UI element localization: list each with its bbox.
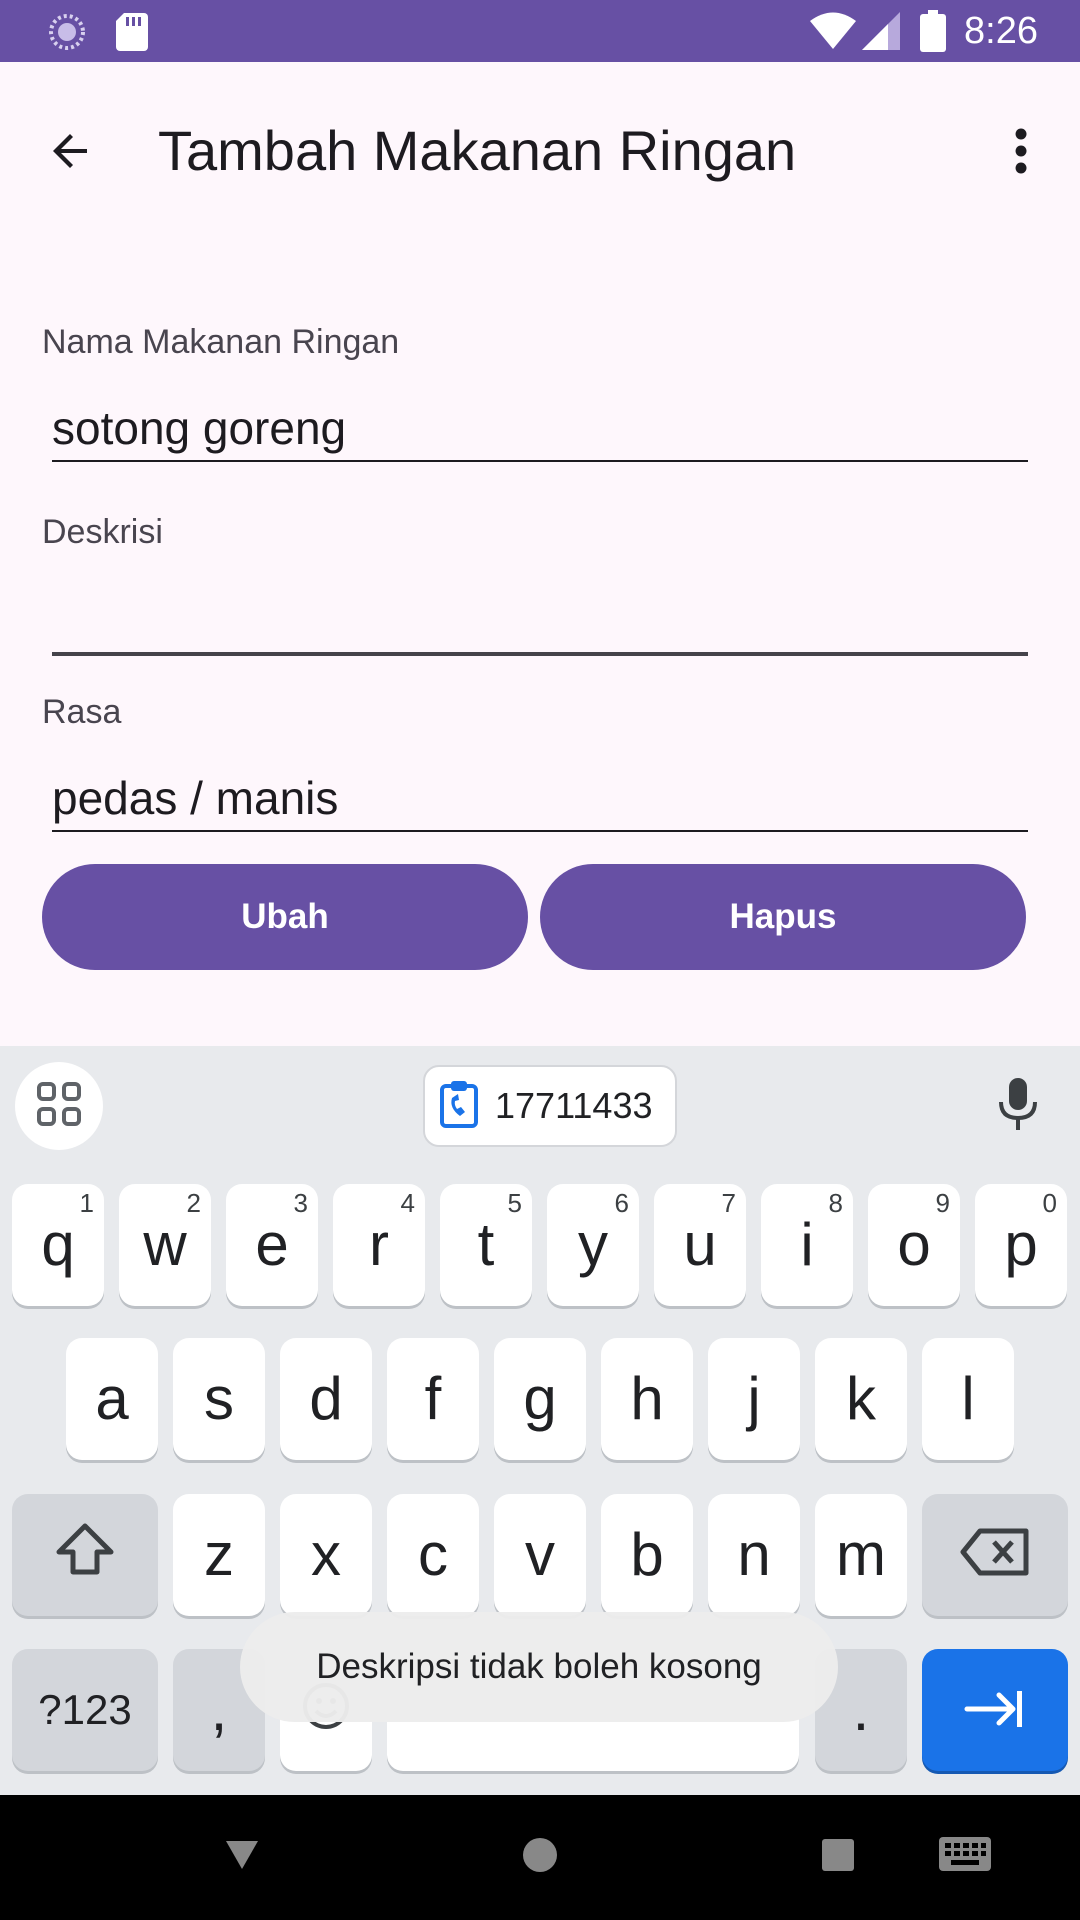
back-button[interactable]: [30, 112, 112, 194]
clipboard-text: 17711433: [495, 1085, 653, 1126]
name-field-label: Nama Makanan Ringan: [42, 323, 400, 361]
edit-button[interactable]: Ubah: [42, 864, 528, 970]
clipboard-phone-icon: [439, 1080, 479, 1133]
more-options-button[interactable]: [980, 112, 1062, 194]
key-s[interactable]: s: [173, 1338, 265, 1460]
backspace-icon: [960, 1521, 1030, 1590]
key-x[interactable]: x: [280, 1494, 372, 1616]
key-e[interactable]: e3: [226, 1184, 318, 1306]
key-a[interactable]: a: [66, 1338, 158, 1460]
grid-icon: [36, 1081, 82, 1132]
key-t[interactable]: t5: [440, 1184, 532, 1306]
more-vert-icon: [1014, 128, 1028, 179]
key-m[interactable]: m: [815, 1494, 907, 1616]
key-g[interactable]: g: [494, 1338, 586, 1460]
loading-icon: [48, 13, 86, 56]
keyboard-icon: [937, 1835, 993, 1880]
taste-input[interactable]: [52, 766, 1028, 832]
key-u[interactable]: u7: [654, 1184, 746, 1306]
nav-home-button[interactable]: [510, 1827, 570, 1887]
symbols-key[interactable]: ?123: [12, 1649, 158, 1771]
status-time: 8:26: [964, 10, 1038, 52]
key-y[interactable]: y6: [547, 1184, 639, 1306]
page-title: Tambah Makanan Ringan: [158, 119, 797, 182]
delete-button[interactable]: Hapus: [540, 864, 1026, 970]
circle-icon: [520, 1835, 560, 1880]
key-w[interactable]: w2: [119, 1184, 211, 1306]
microphone-icon: [997, 1076, 1039, 1137]
key-n[interactable]: n: [708, 1494, 800, 1616]
toast-message: Deskripsi tidak boleh kosong: [240, 1612, 838, 1722]
nav-recents-button[interactable]: [808, 1827, 868, 1887]
arrow-back-icon: [47, 127, 95, 180]
battery-icon: [920, 10, 946, 57]
voice-input-button[interactable]: [986, 1070, 1050, 1142]
name-input[interactable]: [52, 396, 1028, 462]
nav-keyboard-switch-button[interactable]: [930, 1827, 1000, 1887]
taste-field-label: Rasa: [42, 693, 122, 731]
signal-icon: [862, 12, 900, 55]
key-f[interactable]: f: [387, 1338, 479, 1460]
key-j[interactable]: j: [708, 1338, 800, 1460]
key-z[interactable]: z: [173, 1494, 265, 1616]
triangle-down-icon: [222, 1837, 262, 1878]
wifi-icon: [810, 12, 856, 55]
key-i[interactable]: i8: [761, 1184, 853, 1306]
description-input[interactable]: [52, 586, 1028, 656]
status-bar: 8:26: [0, 0, 1080, 62]
sd-card-icon: [116, 13, 148, 56]
description-field-label: Deskrisi: [42, 513, 163, 551]
key-p[interactable]: p0: [975, 1184, 1067, 1306]
shift-icon: [55, 1521, 115, 1590]
square-icon: [820, 1837, 856, 1878]
app-bar: Tambah Makanan Ringan: [0, 62, 1080, 232]
key-k[interactable]: k: [815, 1338, 907, 1460]
key-b[interactable]: b: [601, 1494, 693, 1616]
tab-next-icon: [963, 1676, 1027, 1745]
clipboard-suggestion-chip[interactable]: 17711433: [423, 1065, 677, 1147]
backspace-key[interactable]: [922, 1494, 1068, 1616]
key-q[interactable]: q1: [12, 1184, 104, 1306]
nav-back-button[interactable]: [212, 1827, 272, 1887]
key-c[interactable]: c: [387, 1494, 479, 1616]
navigation-bar: [0, 1795, 1080, 1920]
key-l[interactable]: l: [922, 1338, 1014, 1460]
key-v[interactable]: v: [494, 1494, 586, 1616]
keyboard-menu-button[interactable]: [15, 1062, 103, 1150]
shift-key[interactable]: [12, 1494, 158, 1616]
key-h[interactable]: h: [601, 1338, 693, 1460]
key-r[interactable]: r4: [333, 1184, 425, 1306]
next-key[interactable]: [922, 1649, 1068, 1771]
key-d[interactable]: d: [280, 1338, 372, 1460]
key-o[interactable]: o9: [868, 1184, 960, 1306]
